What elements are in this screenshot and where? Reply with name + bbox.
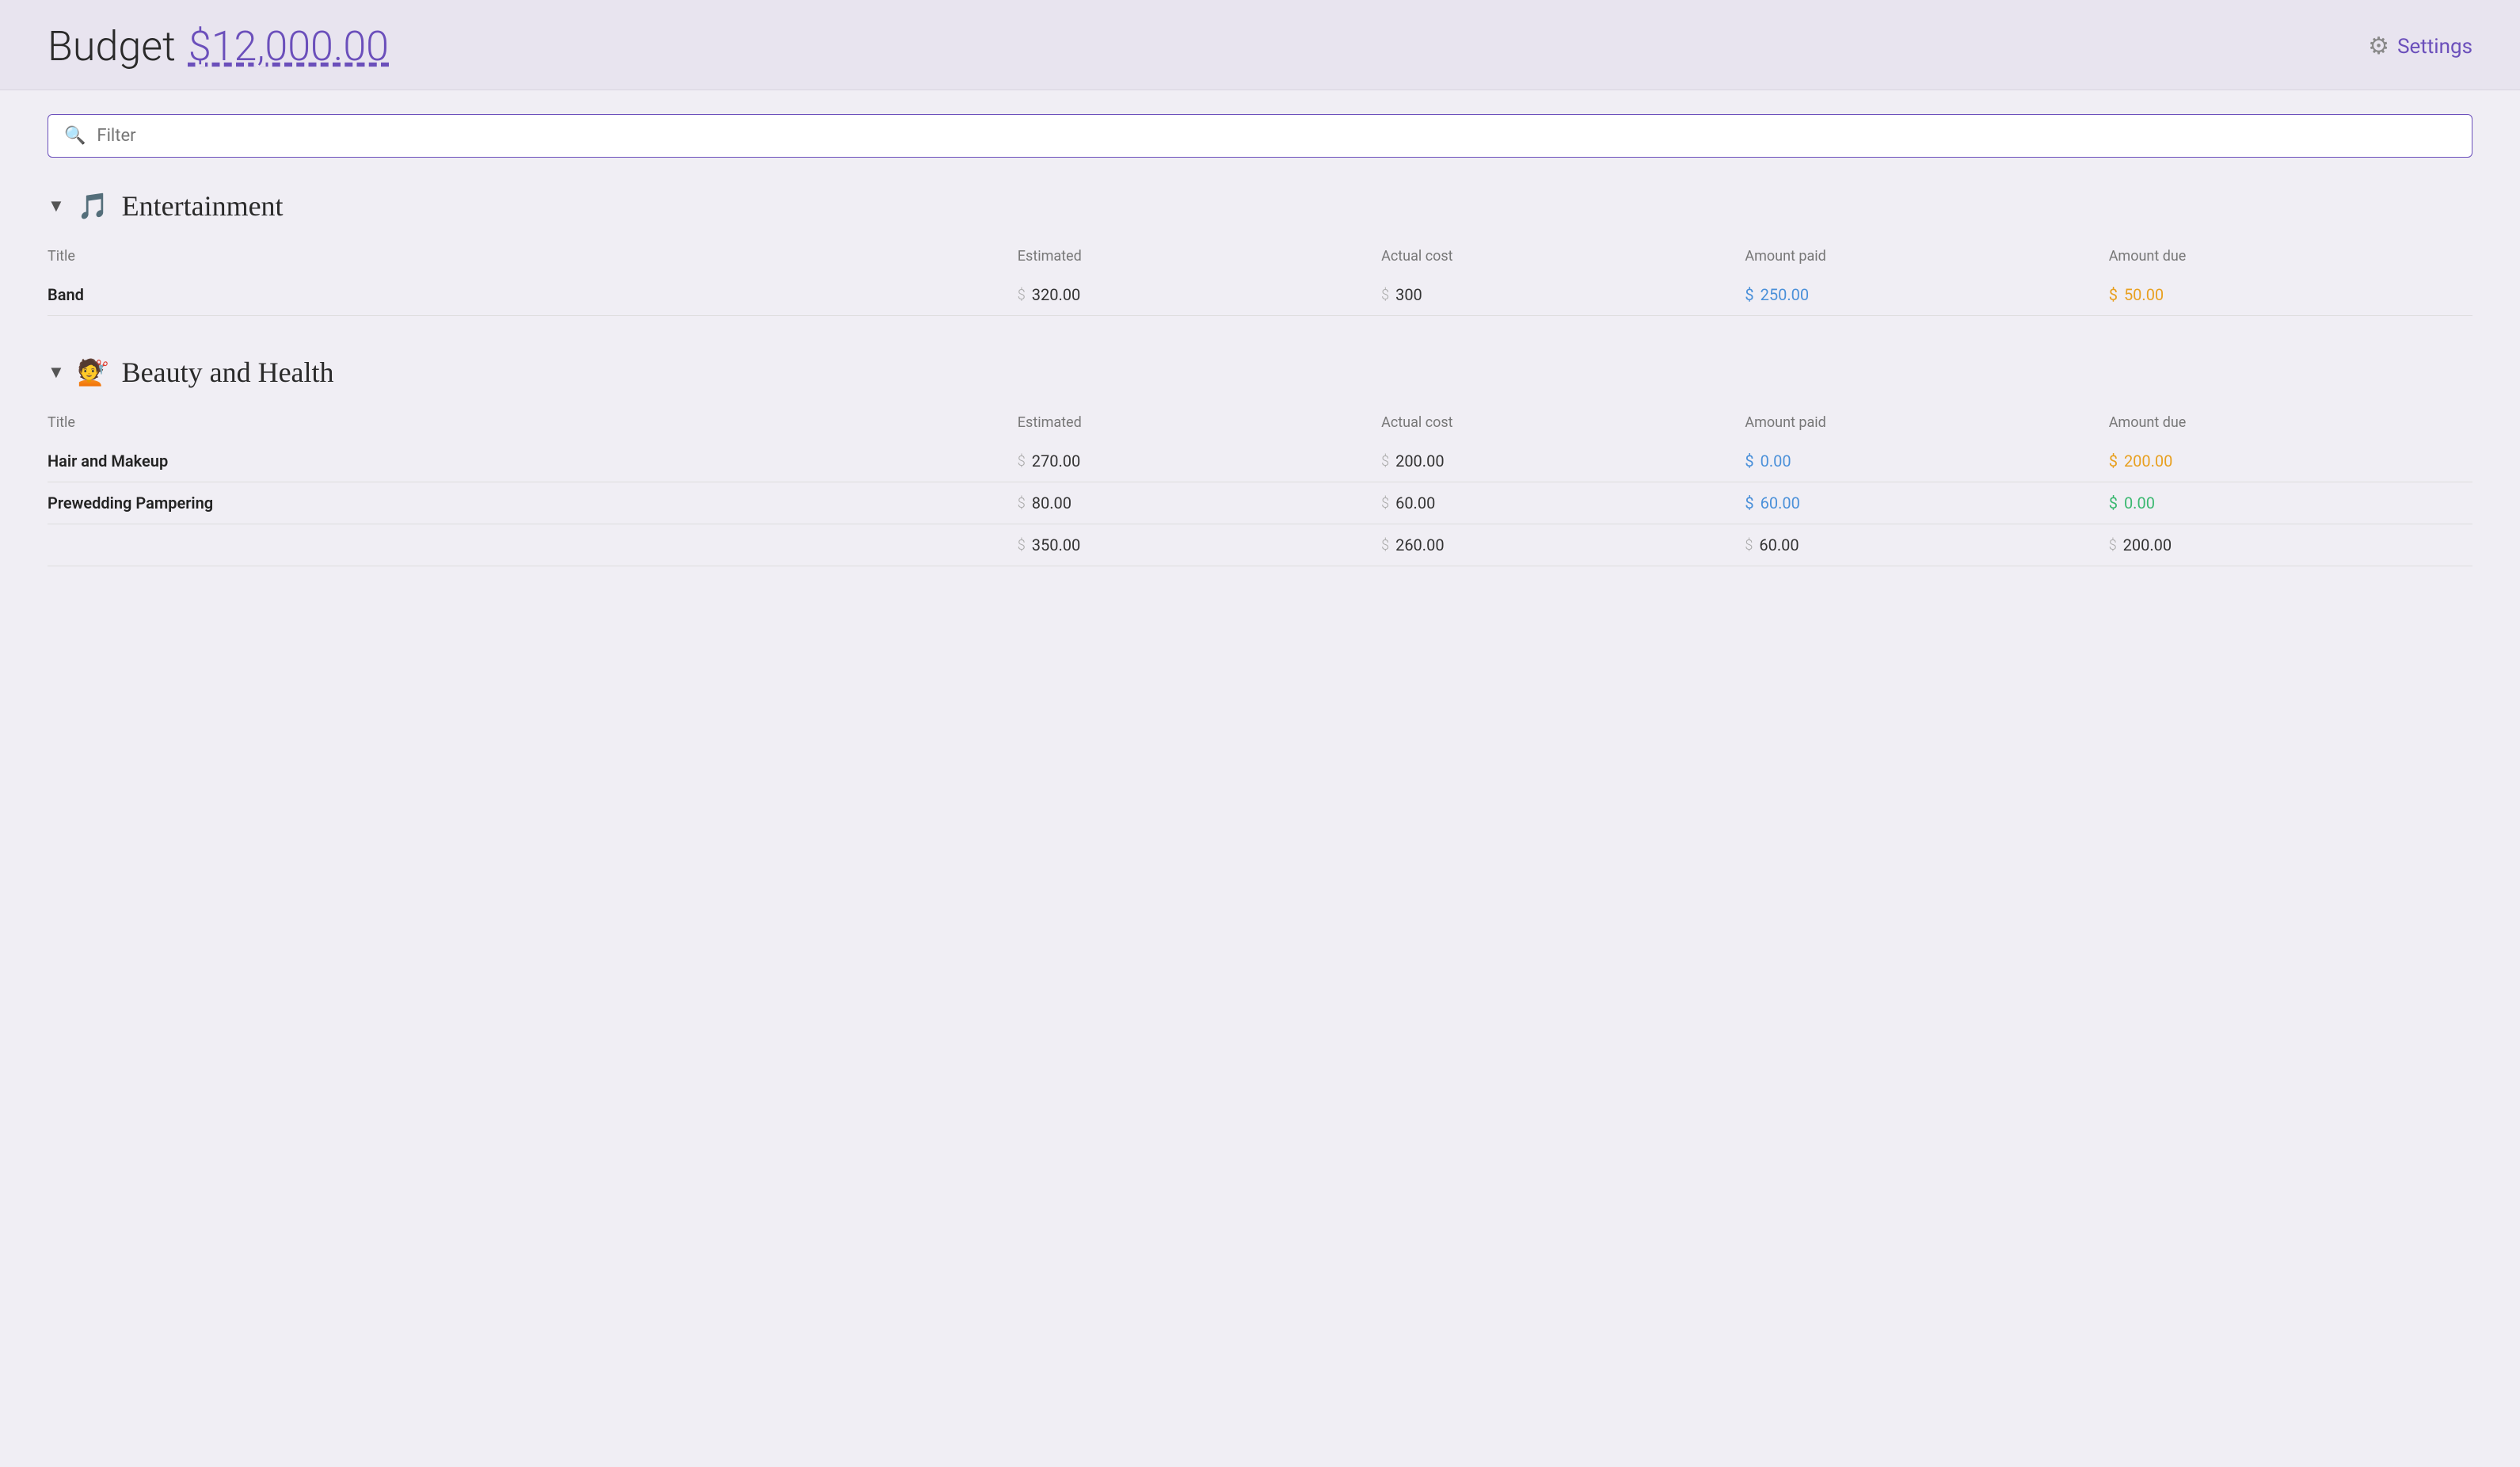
total-actual-value: 260.00 — [1395, 535, 1444, 554]
table-row: Band $ 320.00 $ 300 — [48, 274, 2472, 316]
budget-label: Budget — [48, 22, 176, 70]
col-amount-due: Amount due — [2109, 408, 2472, 440]
chevron-down-icon[interactable]: ▼ — [48, 196, 65, 216]
row-title: Band — [48, 274, 1018, 316]
filter-input[interactable] — [97, 126, 2456, 146]
beauty-health-section: ▼ 💇 Beauty and Health Title Estimated Ac… — [48, 356, 2472, 566]
table-row: Hair and Makeup $ 270.00 $ 200.00 — [48, 440, 2472, 482]
total-due-value: 200.00 — [2123, 535, 2172, 554]
table-row: Prewedding Pampering $ 80.00 $ 60.00 — [48, 482, 2472, 524]
filter-input-wrapper: 🔍 — [48, 114, 2472, 158]
dollar-sign: $ — [1745, 493, 1753, 512]
totals-label — [48, 524, 1018, 566]
col-amount-paid: Amount paid — [1745, 242, 2108, 274]
main-content: 🔍 ▼ 🎵 Entertainment Title Estimated Actu… — [0, 90, 2520, 630]
totals-row: $ 350.00 $ 260.00 $ 60.00 — [48, 524, 2472, 566]
dollar-sign: $ — [1381, 287, 1389, 303]
row-estimated: $ 270.00 — [1018, 440, 1381, 482]
dollar-sign: $ — [2109, 537, 2117, 554]
entertainment-section-header: ▼ 🎵 Entertainment — [48, 189, 2472, 223]
search-icon: 🔍 — [64, 126, 86, 146]
col-title: Title — [48, 242, 1018, 274]
dollar-sign: $ — [1018, 495, 1026, 512]
due-value: 200.00 — [2124, 452, 2172, 471]
dollar-sign: $ — [2109, 493, 2118, 512]
paid-value: 60.00 — [1761, 493, 1800, 512]
dollar-sign: $ — [1381, 453, 1389, 470]
col-actual-cost: Actual cost — [1381, 408, 1745, 440]
budget-title: Budget $12,000.00 — [48, 22, 389, 70]
dollar-sign: $ — [1745, 452, 1753, 471]
col-amount-due: Amount due — [2109, 242, 2472, 274]
dollar-sign: $ — [1381, 537, 1389, 554]
row-amount-due: $ 200.00 — [2109, 440, 2472, 482]
settings-label: Settings — [2397, 35, 2472, 59]
dollar-sign: $ — [2109, 452, 2118, 471]
beauty-health-table: Title Estimated Actual cost Amount paid … — [48, 408, 2472, 566]
due-value: 0.00 — [2124, 493, 2155, 512]
totals-paid: $ 60.00 — [1745, 524, 2108, 566]
dollar-sign: $ — [1018, 287, 1026, 303]
entertainment-table: Title Estimated Actual cost Amount paid … — [48, 242, 2472, 316]
estimated-value: 320.00 — [1032, 285, 1080, 304]
entertainment-title: Entertainment — [122, 189, 284, 223]
col-title: Title — [48, 408, 1018, 440]
totals-actual: $ 260.00 — [1381, 524, 1745, 566]
actual-value: 200.00 — [1395, 452, 1444, 471]
dollar-sign: $ — [1745, 285, 1753, 304]
row-actual-cost: $ 60.00 — [1381, 482, 1745, 524]
col-estimated: Estimated — [1018, 242, 1381, 274]
due-value: 50.00 — [2124, 285, 2164, 304]
gear-icon: ⚙ — [2368, 32, 2389, 60]
budget-amount[interactable]: $12,000.00 — [188, 22, 389, 70]
col-actual-cost: Actual cost — [1381, 242, 1745, 274]
estimated-value: 80.00 — [1032, 493, 1072, 512]
totals-due: $ 200.00 — [2109, 524, 2472, 566]
dollar-sign: $ — [1018, 537, 1026, 554]
totals-estimated: $ 350.00 — [1018, 524, 1381, 566]
dollar-sign: $ — [1745, 537, 1753, 554]
beauty-health-title: Beauty and Health — [122, 356, 334, 389]
dollar-sign: $ — [1381, 495, 1389, 512]
beauty-health-section-header: ▼ 💇 Beauty and Health — [48, 356, 2472, 389]
row-amount-paid: $ 250.00 — [1745, 274, 2108, 316]
actual-value: 60.00 — [1395, 493, 1435, 512]
row-actual-cost: $ 300 — [1381, 274, 1745, 316]
dollar-sign: $ — [1018, 453, 1026, 470]
row-estimated: $ 320.00 — [1018, 274, 1381, 316]
settings-button[interactable]: ⚙ Settings — [2368, 32, 2472, 60]
col-amount-paid: Amount paid — [1745, 408, 2108, 440]
dollar-sign: $ — [2109, 285, 2118, 304]
total-estimated-value: 350.00 — [1032, 535, 1080, 554]
entertainment-icon: 🎵 — [78, 191, 109, 221]
row-estimated: $ 80.00 — [1018, 482, 1381, 524]
row-title: Hair and Makeup — [48, 440, 1018, 482]
col-estimated: Estimated — [1018, 408, 1381, 440]
entertainment-section: ▼ 🎵 Entertainment Title Estimated Actual… — [48, 189, 2472, 316]
paid-value: 0.00 — [1761, 452, 1791, 471]
row-amount-paid: $ 60.00 — [1745, 482, 2108, 524]
row-actual-cost: $ 200.00 — [1381, 440, 1745, 482]
row-title: Prewedding Pampering — [48, 482, 1018, 524]
estimated-value: 270.00 — [1032, 452, 1080, 471]
row-amount-due: $ 0.00 — [2109, 482, 2472, 524]
filter-bar: 🔍 — [48, 114, 2472, 158]
paid-value: 250.00 — [1761, 285, 1809, 304]
actual-value: 300 — [1395, 285, 1422, 304]
chevron-down-icon[interactable]: ▼ — [48, 362, 65, 383]
row-amount-paid: $ 0.00 — [1745, 440, 2108, 482]
page-header: Budget $12,000.00 ⚙ Settings — [0, 0, 2520, 90]
beauty-health-icon: 💇 — [78, 357, 109, 387]
row-amount-due: $ 50.00 — [2109, 274, 2472, 316]
total-paid-value: 60.00 — [1759, 535, 1799, 554]
